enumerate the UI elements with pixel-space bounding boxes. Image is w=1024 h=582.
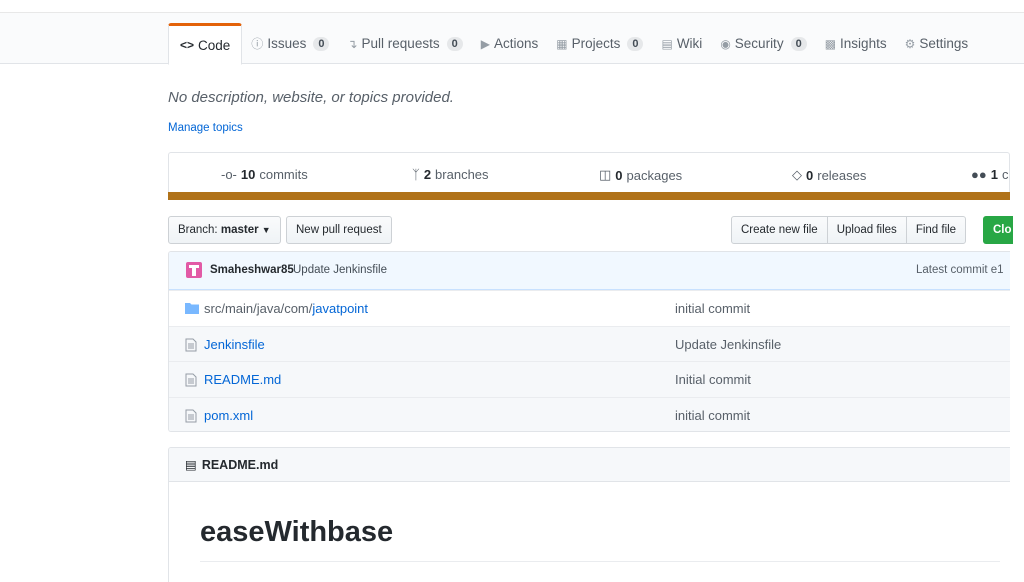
releases-count: 0 xyxy=(806,167,814,183)
contributors-count: 1 xyxy=(990,167,998,182)
pull-request-icon: ↴ xyxy=(347,36,358,51)
file-commit-message[interactable]: initial commit xyxy=(675,408,750,423)
find-file-button[interactable]: Find file xyxy=(905,216,967,244)
code-icon: <> xyxy=(180,38,195,52)
caret-down-icon: ▼ xyxy=(261,225,271,235)
file-row[interactable]: README.md Initial commit xyxy=(169,361,1010,398)
readme-header: ▤ README.md xyxy=(169,448,1010,482)
tab-projects[interactable]: ▦ Projects 0 xyxy=(547,23,652,64)
issue-icon: ⓘ xyxy=(251,37,264,51)
package-icon: ◫ xyxy=(599,167,612,182)
file-commit-message[interactable]: Update Jenkinsfile xyxy=(675,337,781,352)
tab-actions[interactable]: ▶ Actions xyxy=(472,23,548,64)
commits-label: commits xyxy=(259,167,308,182)
branches-count: 2 xyxy=(423,167,432,182)
tab-label: Pull requests xyxy=(361,36,440,51)
tab-label: Insights xyxy=(840,36,887,51)
manage-topics-link[interactable]: Manage topics xyxy=(168,122,243,134)
file-actions-group: Create new file Upload files Find file xyxy=(731,216,967,244)
new-pull-request-button[interactable]: New pull request xyxy=(286,216,392,244)
commit-icon: -o- xyxy=(221,167,237,182)
tab-code[interactable]: <> Code xyxy=(168,23,243,65)
releases-stat[interactable]: ◇ 0 releases xyxy=(792,167,866,183)
commit-message[interactable]: Update Jenkinsfile xyxy=(293,264,387,276)
people-icon: ●● xyxy=(971,167,987,182)
file-name[interactable]: pom.xml xyxy=(204,408,253,423)
packages-label: packages xyxy=(626,167,683,183)
book-icon: ▤ xyxy=(661,36,673,51)
latest-commit-label[interactable]: Latest commit e1 xyxy=(916,264,1004,276)
readme-filename: README.md xyxy=(201,457,279,472)
packages-count: 0 xyxy=(615,167,623,183)
clone-download-button[interactable]: Clo xyxy=(983,216,1013,244)
packages-stat[interactable]: ◫ 0 packages xyxy=(599,167,682,183)
file-commit-message[interactable]: initial commit xyxy=(675,301,750,316)
tab-label: Wiki xyxy=(676,36,703,51)
clone-label: Clo xyxy=(993,224,1012,236)
file-icon xyxy=(185,409,197,423)
pull-requests-counter: 0 xyxy=(446,36,463,51)
tab-wiki[interactable]: ▤ Wiki xyxy=(652,23,711,64)
issues-counter: 0 xyxy=(313,36,330,51)
language-bar xyxy=(168,192,1010,200)
tab-label: Security xyxy=(734,36,784,51)
tab-label: Actions xyxy=(493,36,539,51)
file-name[interactable]: Jenkinsfile xyxy=(204,337,265,352)
branches-stat[interactable]: ᛉ 2 branches xyxy=(412,167,489,182)
releases-label: releases xyxy=(817,167,867,183)
file-row[interactable]: pom.xml initial commit xyxy=(169,397,1010,431)
branches-label: branches xyxy=(435,167,489,182)
tab-label: Code xyxy=(198,37,231,53)
create-new-file-button[interactable]: Create new file xyxy=(731,216,828,244)
commits-stat[interactable]: -o- 10 commits xyxy=(221,167,308,182)
upload-files-button[interactable]: Upload files xyxy=(826,216,907,244)
file-icon xyxy=(185,338,197,352)
readme-panel: ▤ README.md easeWithbase xyxy=(168,447,1010,582)
project-icon: ▦ xyxy=(556,36,568,51)
contributors-label: co xyxy=(1001,167,1009,182)
file-icon xyxy=(185,373,197,387)
file-row[interactable]: Jenkinsfile Update Jenkinsfile xyxy=(169,325,1010,362)
play-icon: ▶ xyxy=(480,36,490,51)
gear-icon: ⚙ xyxy=(904,36,916,51)
repo-tabs: <> Code ⓘ Issues 0 ↴ Pull requests 0 ▶ A… xyxy=(168,23,977,65)
folder-icon xyxy=(185,303,199,314)
commit-author[interactable]: Smaheshwar85 xyxy=(210,264,294,276)
branch-icon: ᛉ xyxy=(412,167,420,182)
contributors-stat[interactable]: ●● 1 co xyxy=(971,167,1009,182)
tab-settings[interactable]: ⚙ Settings xyxy=(896,23,978,64)
branch-select-button[interactable]: Branch: master ▼ xyxy=(168,216,281,244)
file-path-prefix: src/main/java/com/ xyxy=(204,301,313,316)
tab-pull-requests[interactable]: ↴ Pull requests 0 xyxy=(338,23,471,64)
security-counter: 0 xyxy=(790,36,807,51)
tab-issues[interactable]: ⓘ Issues 0 xyxy=(242,23,338,64)
graph-icon: ▩ xyxy=(824,36,837,51)
tab-insights[interactable]: ▩ Insights xyxy=(816,23,896,64)
file-list: Smaheshwar85 Update Jenkinsfile Latest c… xyxy=(168,251,1010,432)
tab-security[interactable]: ◉ Security 0 xyxy=(711,23,815,64)
file-name[interactable]: README.md xyxy=(204,372,281,387)
repo-description: No description, website, or topics provi… xyxy=(168,89,454,106)
shield-icon: ◉ xyxy=(720,36,731,51)
book-icon: ▤ xyxy=(185,458,197,472)
projects-counter: 0 xyxy=(627,36,644,51)
tag-icon: ◇ xyxy=(792,167,802,182)
branch-prefix: Branch: xyxy=(178,224,218,236)
file-commit-message[interactable]: Initial commit xyxy=(675,372,751,387)
file-name-text: javatpoint xyxy=(312,301,369,316)
avatar[interactable] xyxy=(186,262,202,278)
tab-label: Projects xyxy=(571,36,621,51)
file-name[interactable]: src/main/java/com/javatpoint xyxy=(204,301,368,316)
tab-label: Settings xyxy=(919,36,969,51)
file-row[interactable]: src/main/java/com/javatpoint initial com… xyxy=(169,290,1010,326)
tab-label: Issues xyxy=(267,36,307,51)
commits-count: 10 xyxy=(240,167,256,182)
latest-commit-bar: Smaheshwar85 Update Jenkinsfile Latest c… xyxy=(169,252,1010,290)
readme-divider xyxy=(200,561,1000,562)
readme-title: easeWithbase xyxy=(200,516,394,548)
branch-name: master xyxy=(220,224,259,236)
